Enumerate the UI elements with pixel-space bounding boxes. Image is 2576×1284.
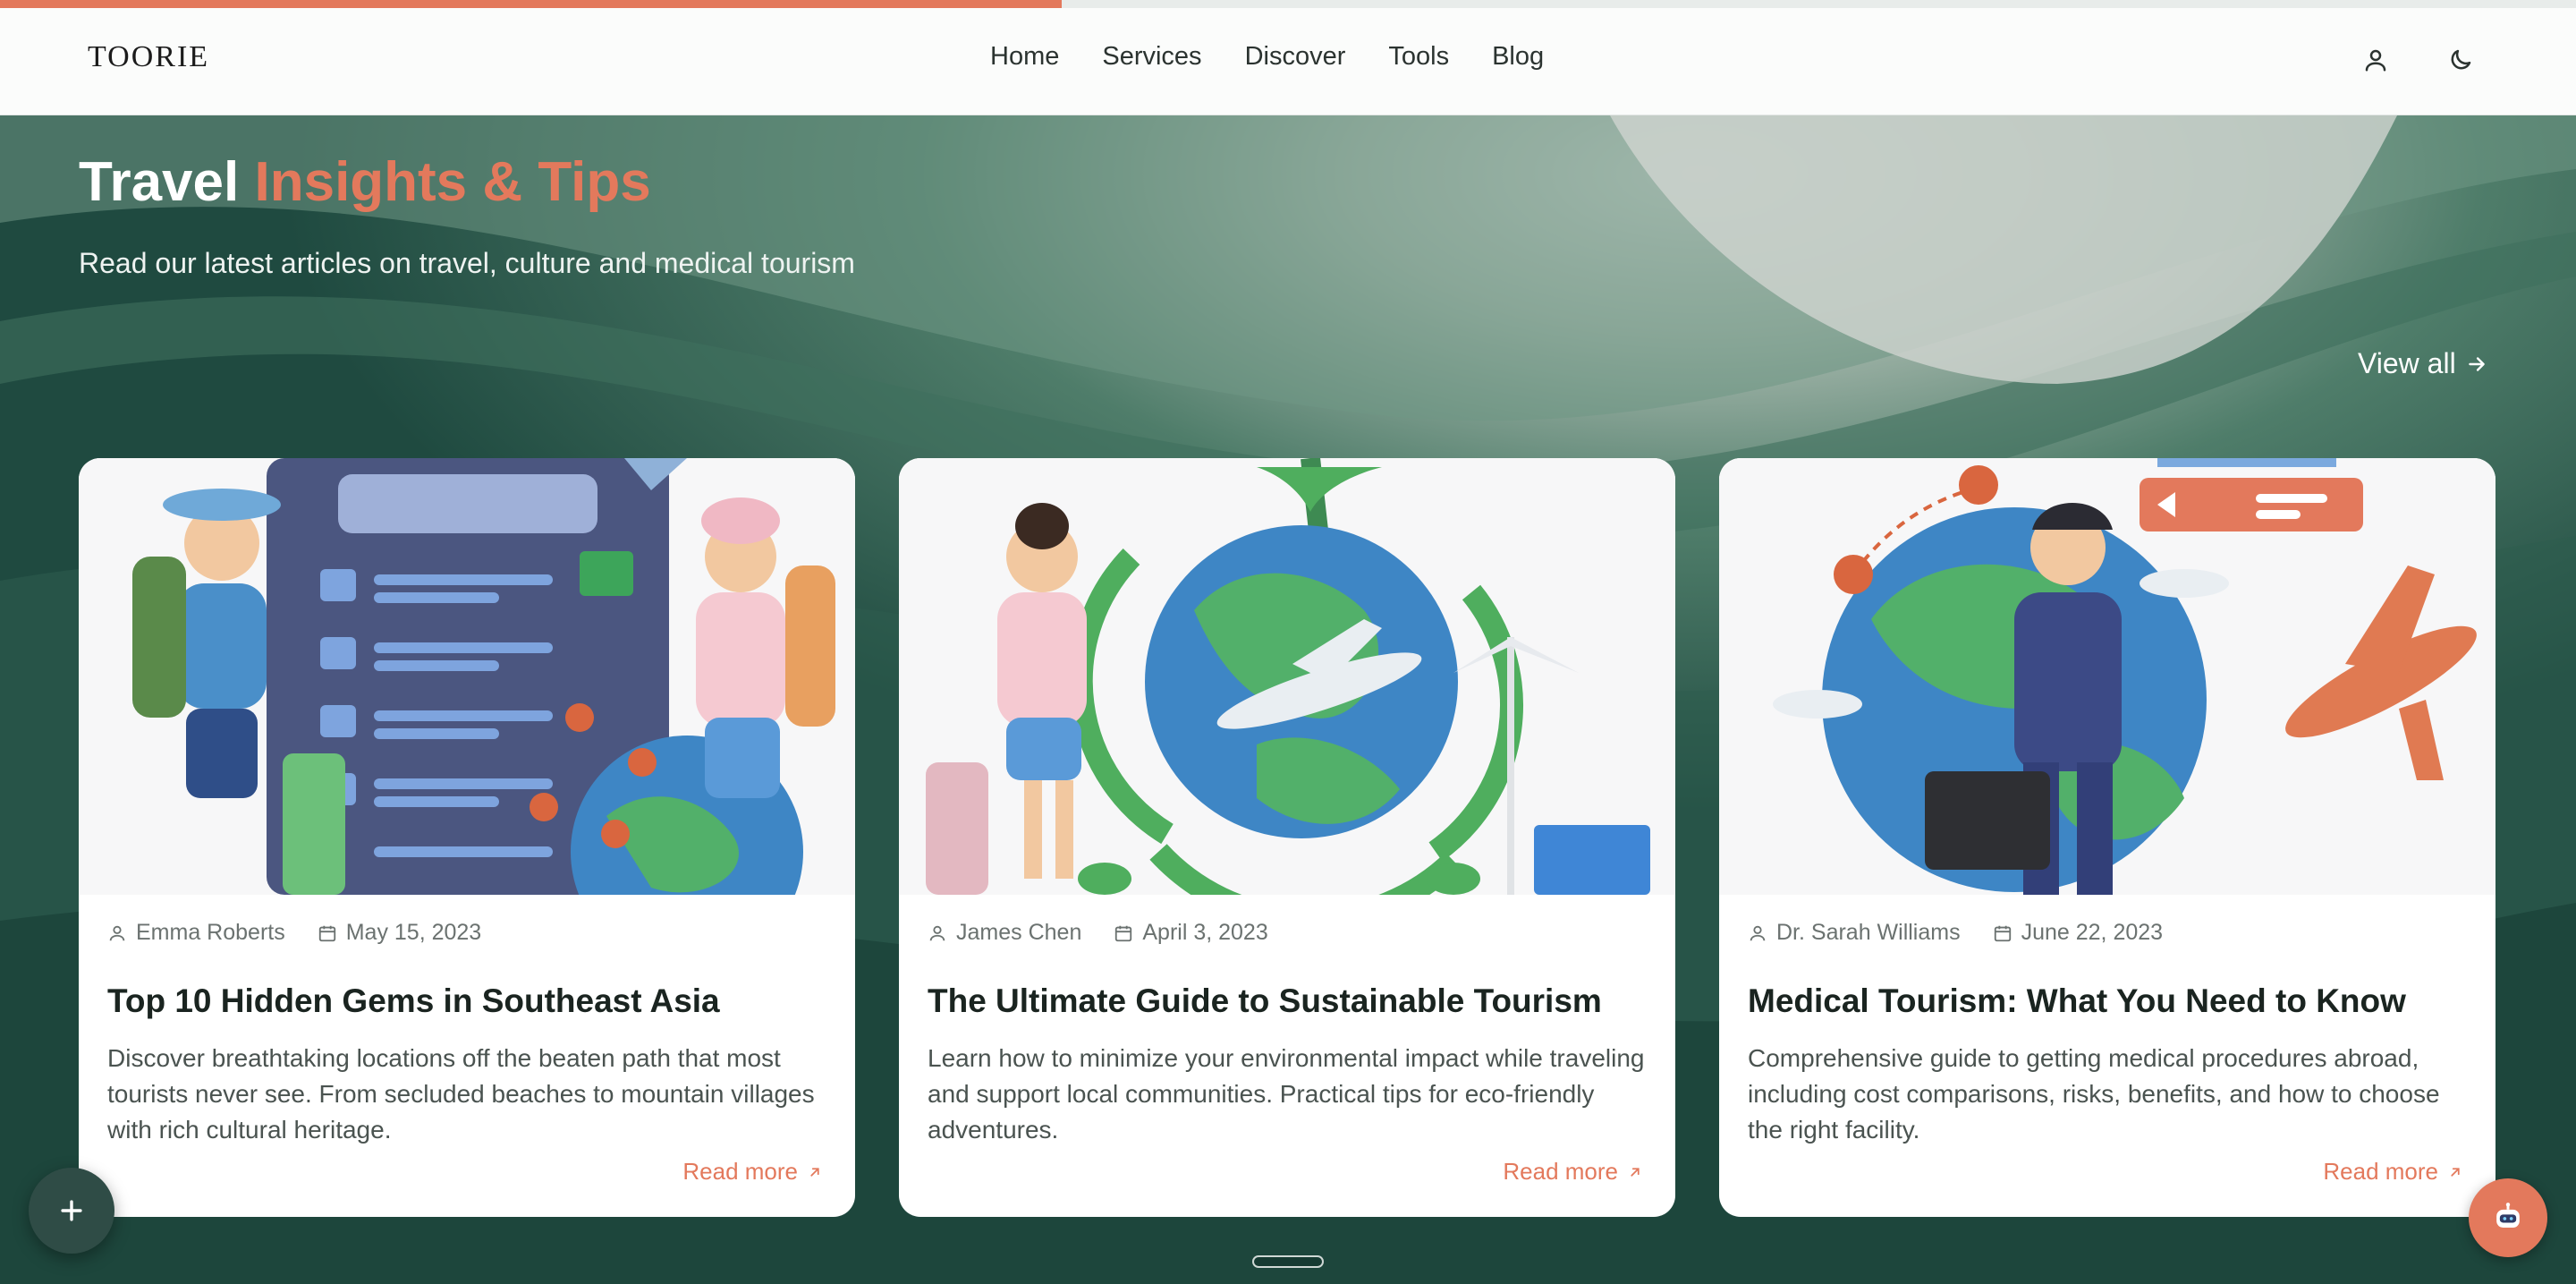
arrow-right-icon: [2468, 356, 2485, 371]
user-icon: [109, 925, 125, 940]
calendar-icon: [318, 925, 335, 941]
view-all-link[interactable]: View all: [2358, 347, 2488, 380]
blog-card-title[interactable]: Medical Tourism: What You Need to Know: [1748, 982, 2481, 1020]
nav-link-discover[interactable]: Discover: [1245, 42, 1346, 72]
arrow-up-right-icon: [1631, 1167, 1640, 1177]
post-date: May 15, 2023: [345, 920, 482, 945]
blog-card[interactable]: Emma Roberts May 15, 2023 Top 10 Hidden …: [79, 458, 855, 1217]
blog-card-title[interactable]: The Ultimate Guide to Sustainable Touris…: [928, 982, 1661, 1020]
blog-card[interactable]: Dr. Sarah Williams June 22, 2023 Medical…: [1719, 458, 2496, 1217]
date: April 3, 2023: [1114, 920, 1268, 946]
theme-toggle-button[interactable]: [2443, 42, 2479, 78]
blog-card-description: Learn how to minimize your environmental…: [928, 1044, 1645, 1144]
read-more-link[interactable]: Read more: [2323, 1158, 2463, 1186]
read-more-link[interactable]: Read more: [682, 1158, 823, 1186]
plus-icon: [61, 1200, 82, 1221]
date: May 15, 2023: [318, 920, 482, 946]
scroll-indicator[interactable]: [1252, 1255, 1324, 1268]
chatbot-icon: [2496, 1203, 2520, 1228]
view-all-label: View all: [2358, 347, 2456, 379]
nav-link-services[interactable]: Services: [1102, 42, 1201, 72]
nav-link-tools[interactable]: Tools: [1388, 42, 1449, 72]
moon-icon: [2451, 49, 2471, 70]
main-nav: Home Services Discover Tools Blog: [990, 42, 1544, 72]
blog-card-image: [79, 458, 855, 895]
user-icon: [2365, 49, 2386, 72]
blog-card-meta: James Chen April 3, 2023: [928, 920, 1268, 946]
blog-card-image: [1719, 458, 2496, 895]
blog-card-description: Comprehensive guide to getting medical p…: [1748, 1044, 2440, 1144]
title-white-part: Travel: [79, 151, 240, 213]
read-more-label: Read more: [2323, 1158, 2438, 1185]
nav-link-blog[interactable]: Blog: [1492, 42, 1544, 72]
read-more-link[interactable]: Read more: [1503, 1158, 1643, 1186]
add-floating-button[interactable]: [29, 1168, 114, 1254]
author-name: James Chen: [956, 920, 1082, 945]
date: June 22, 2023: [1993, 920, 2163, 946]
blog-card-meta: Dr. Sarah Williams June 22, 2023: [1748, 920, 2163, 946]
author: James Chen: [928, 920, 1081, 946]
user-icon: [1750, 925, 1766, 940]
account-button[interactable]: [2358, 42, 2394, 78]
author-name: Dr. Sarah Williams: [1776, 920, 1961, 945]
read-more-label: Read more: [682, 1158, 798, 1185]
post-date: April 3, 2023: [1142, 920, 1268, 945]
nav-link-home[interactable]: Home: [990, 42, 1059, 72]
blog-card-title[interactable]: Top 10 Hidden Gems in Southeast Asia: [107, 982, 841, 1020]
blog-card-description: Discover breathtaking locations off the …: [107, 1044, 815, 1144]
blog-card[interactable]: James Chen April 3, 2023 The Ultimate Gu…: [899, 458, 1675, 1217]
blog-card-meta: Emma Roberts May 15, 2023: [107, 920, 481, 946]
section-subtitle: Read our latest articles on travel, cult…: [79, 247, 855, 279]
author: Dr. Sarah Williams: [1748, 920, 1961, 946]
arrow-up-right-icon: [810, 1167, 819, 1177]
author: Emma Roberts: [107, 920, 285, 946]
author-name: Emma Roberts: [136, 920, 285, 945]
chat-assistant-button[interactable]: [2469, 1178, 2547, 1257]
brand-logo[interactable]: TOORIE: [88, 40, 209, 74]
read-more-label: Read more: [1503, 1158, 1618, 1185]
user-icon: [929, 925, 945, 940]
calendar-icon: [1115, 925, 1132, 941]
calendar-icon: [1994, 925, 2011, 941]
blog-card-image: [899, 458, 1675, 895]
title-accent-part: Insights & Tips: [254, 151, 651, 213]
section-title: Travel Insights & Tips: [79, 150, 651, 214]
post-date: June 22, 2023: [2021, 920, 2164, 945]
arrow-up-right-icon: [2451, 1167, 2460, 1177]
reading-progress-fill: [0, 0, 1062, 8]
top-navbar: TOORIE Home Services Discover Tools Blog: [0, 8, 2576, 115]
reading-progress-bar: [0, 0, 2576, 8]
